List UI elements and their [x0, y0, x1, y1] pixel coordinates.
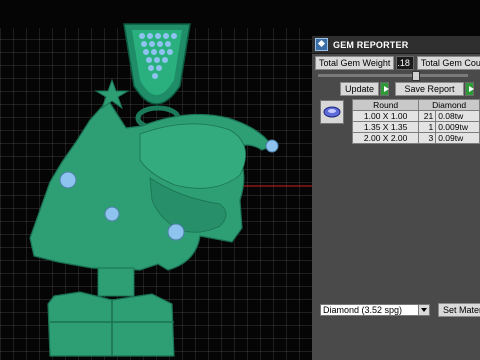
gem-table: Round Diamond 1.00 X 1.00 21 0.08tw 1.35…: [351, 99, 480, 144]
ornament-gem: [104, 206, 120, 222]
gem-size: 1.00 X 1.00: [351, 110, 420, 122]
total-row: Total Gem Weight .18 Total Gem Cou: [312, 56, 480, 70]
total-weight-value: .18: [396, 56, 414, 70]
ornament-gem: [167, 223, 185, 241]
panel-slider[interactable]: [318, 71, 468, 81]
table-row[interactable]: 2.00 X 2.00 3 0.09tw: [351, 132, 480, 144]
column-header-diamond[interactable]: Diamond: [418, 99, 480, 111]
gem-reporter-icon: [315, 38, 328, 51]
gem-weight: 0.09tw: [435, 132, 480, 144]
panel-titlebar[interactable]: GEM REPORTER: [312, 36, 480, 54]
gem-count: 21: [418, 110, 437, 122]
set-material-button[interactable]: Set Mater: [438, 303, 480, 317]
gem-weight: 0.009tw: [435, 121, 480, 133]
gem-reporter-panel: GEM REPORTER Total Gem Weight .18 Total …: [312, 36, 480, 360]
gem-count: 3: [418, 132, 437, 144]
play-icon[interactable]: [380, 82, 390, 96]
update-button[interactable]: Update: [340, 82, 380, 96]
panel-title: GEM REPORTER: [333, 39, 409, 50]
gift-box: [47, 291, 175, 357]
slider-thumb[interactable]: [412, 71, 420, 81]
play-icon[interactable]: [464, 82, 475, 96]
table-row[interactable]: 1.35 X 1.35 1 0.009tw: [351, 121, 480, 133]
total-count-label: Total Gem Cou: [416, 56, 480, 70]
table-header: Round Diamond: [351, 99, 480, 111]
material-select[interactable]: Diamond (3.52 spg): [320, 304, 430, 316]
gem-size: 1.35 X 1.35: [351, 121, 420, 133]
save-report-button[interactable]: Save Report: [395, 82, 464, 96]
table-row[interactable]: 1.00 X 1.00 21 0.08tw: [351, 110, 480, 122]
chevron-down-icon[interactable]: [418, 305, 429, 315]
material-row: Diamond (3.52 spg) Set Mater: [320, 303, 480, 317]
button-row: Update Save Report: [312, 82, 480, 96]
column-header-round[interactable]: Round: [351, 99, 420, 111]
gem-size: 2.00 X 2.00: [351, 132, 420, 144]
material-select-value: Diamond (3.52 spg): [323, 305, 403, 315]
round-gem-icon[interactable]: [320, 100, 344, 124]
gem-weight: 0.08tw: [435, 110, 480, 122]
ornament-gem: [265, 139, 279, 153]
tree-trunk: [97, 267, 135, 297]
total-weight-label: Total Gem Weight: [315, 56, 395, 70]
ornament-gem: [59, 171, 77, 189]
gem-count: 1: [418, 121, 437, 133]
